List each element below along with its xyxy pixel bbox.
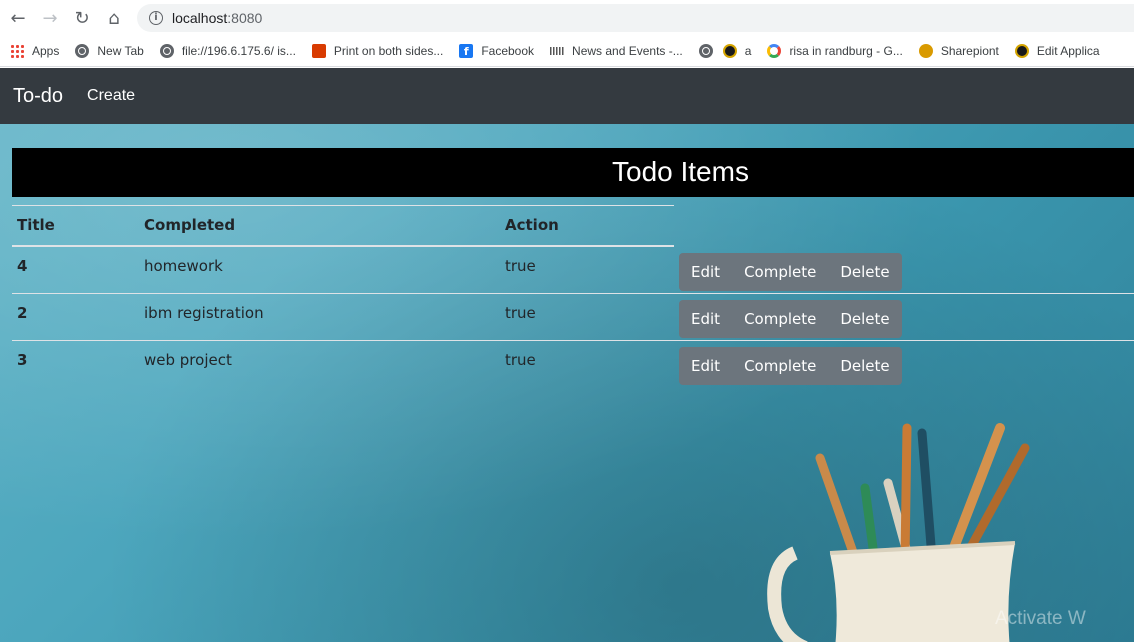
pencil-cup-image xyxy=(767,423,1030,642)
complete-button[interactable]: Complete xyxy=(732,347,828,385)
table-row: 4 homework true Edit Complete Delete xyxy=(12,247,1134,294)
delete-button[interactable]: Delete xyxy=(828,300,901,338)
row-actions: Edit Complete Delete xyxy=(679,253,902,291)
bookmark-globe[interactable] xyxy=(698,44,713,58)
url-port: :8080 xyxy=(227,10,263,26)
activate-windows-watermark: Activate W xyxy=(995,608,1086,629)
home-icon[interactable]: ⌂ xyxy=(98,2,130,34)
globe-icon xyxy=(75,44,90,58)
page-title-bar: Todo Items xyxy=(12,148,1134,197)
delete-button[interactable]: Delete xyxy=(828,253,901,291)
bookmark-file[interactable]: file://196.6.175.6/ is... xyxy=(159,44,296,58)
row-title: web project xyxy=(144,351,232,369)
row-id: 3 xyxy=(17,351,28,369)
bookmark-facebook[interactable]: f Facebook xyxy=(459,44,534,58)
bookmark-label: Sharepiont xyxy=(940,44,999,58)
back-icon[interactable]: ← xyxy=(2,2,34,34)
bookmark-label: New Tab xyxy=(97,44,144,58)
browser-toolbar: ← → ↻ ⌂ i localhost:8080 xyxy=(0,0,1134,36)
globe-icon xyxy=(159,44,174,58)
navbar: To-do Create xyxy=(0,68,1134,124)
url-host: localhost xyxy=(172,10,228,26)
sharepoint-icon xyxy=(918,44,933,58)
table-row: 2 ibm registration true Edit Complete De… xyxy=(12,294,1134,341)
bookmark-label: Print on both sides... xyxy=(333,44,444,58)
row-completed: true xyxy=(505,257,536,275)
todo-table: Title Completed Action 4 homework true E… xyxy=(12,205,1134,388)
url-text[interactable]: localhost:8080 xyxy=(172,10,262,26)
seal-icon xyxy=(1014,44,1029,58)
edit-button[interactable]: Edit xyxy=(679,253,732,291)
edit-button[interactable]: Edit xyxy=(679,300,732,338)
cisco-icon xyxy=(550,47,565,55)
complete-button[interactable]: Complete xyxy=(732,253,828,291)
reload-icon[interactable]: ↻ xyxy=(66,2,98,34)
bookmarks-bar: Apps New Tab file://196.6.175.6/ is... P… xyxy=(0,36,1134,67)
globe-icon xyxy=(698,44,713,58)
row-id: 4 xyxy=(17,257,28,275)
address-bar[interactable]: i localhost:8080 xyxy=(137,4,1134,32)
bookmark-label: risa in randburg - G... xyxy=(789,44,903,58)
bookmark-label: Edit Applica xyxy=(1036,44,1100,58)
row-title: homework xyxy=(144,257,223,275)
bookmark-sharepoint[interactable]: Sharepiont xyxy=(918,44,999,58)
delete-button[interactable]: Delete xyxy=(828,347,901,385)
row-completed: true xyxy=(505,304,536,322)
office-icon xyxy=(311,44,326,58)
google-icon xyxy=(767,44,782,58)
bookmark-label: News and Events -... xyxy=(572,44,683,58)
table-header: Title Completed Action xyxy=(12,205,674,247)
row-actions: Edit Complete Delete xyxy=(679,347,902,385)
bookmark-label: file://196.6.175.6/ is... xyxy=(181,44,296,58)
bookmark-news[interactable]: News and Events -... xyxy=(550,44,683,58)
brand-link[interactable]: To-do xyxy=(13,85,63,108)
bookmark-label: Apps xyxy=(32,44,60,58)
row-id: 2 xyxy=(17,304,28,322)
bookmark-a[interactable]: a xyxy=(722,44,752,58)
bookmark-label: a xyxy=(744,44,752,58)
header-completed: Completed xyxy=(144,216,236,234)
nav-create-link[interactable]: Create xyxy=(87,87,135,105)
row-completed: true xyxy=(505,351,536,369)
app-viewport: To-do Create Todo Items Title Completed … xyxy=(0,68,1134,642)
bookmark-edit-applica[interactable]: Edit Applica xyxy=(1014,44,1100,58)
bookmark-new-tab[interactable]: New Tab xyxy=(75,44,144,58)
forward-icon[interactable]: → xyxy=(34,2,66,34)
table-row: 3 web project true Edit Complete Delete xyxy=(12,341,1134,388)
header-action: Action xyxy=(505,216,559,234)
complete-button[interactable]: Complete xyxy=(732,300,828,338)
facebook-icon: f xyxy=(459,44,474,58)
apps-icon xyxy=(10,44,24,58)
row-title: ibm registration xyxy=(144,304,264,322)
page-title: Todo Items xyxy=(612,156,749,187)
header-title: Title xyxy=(17,216,55,234)
bookmark-label: Facebook xyxy=(481,44,535,58)
info-icon[interactable]: i xyxy=(149,11,163,25)
edit-button[interactable]: Edit xyxy=(679,347,732,385)
bookmark-risa[interactable]: risa in randburg - G... xyxy=(767,44,903,58)
seal-icon xyxy=(722,44,737,58)
row-actions: Edit Complete Delete xyxy=(679,300,902,338)
bookmark-print[interactable]: Print on both sides... xyxy=(311,44,444,58)
bookmark-apps[interactable]: Apps xyxy=(10,44,59,58)
